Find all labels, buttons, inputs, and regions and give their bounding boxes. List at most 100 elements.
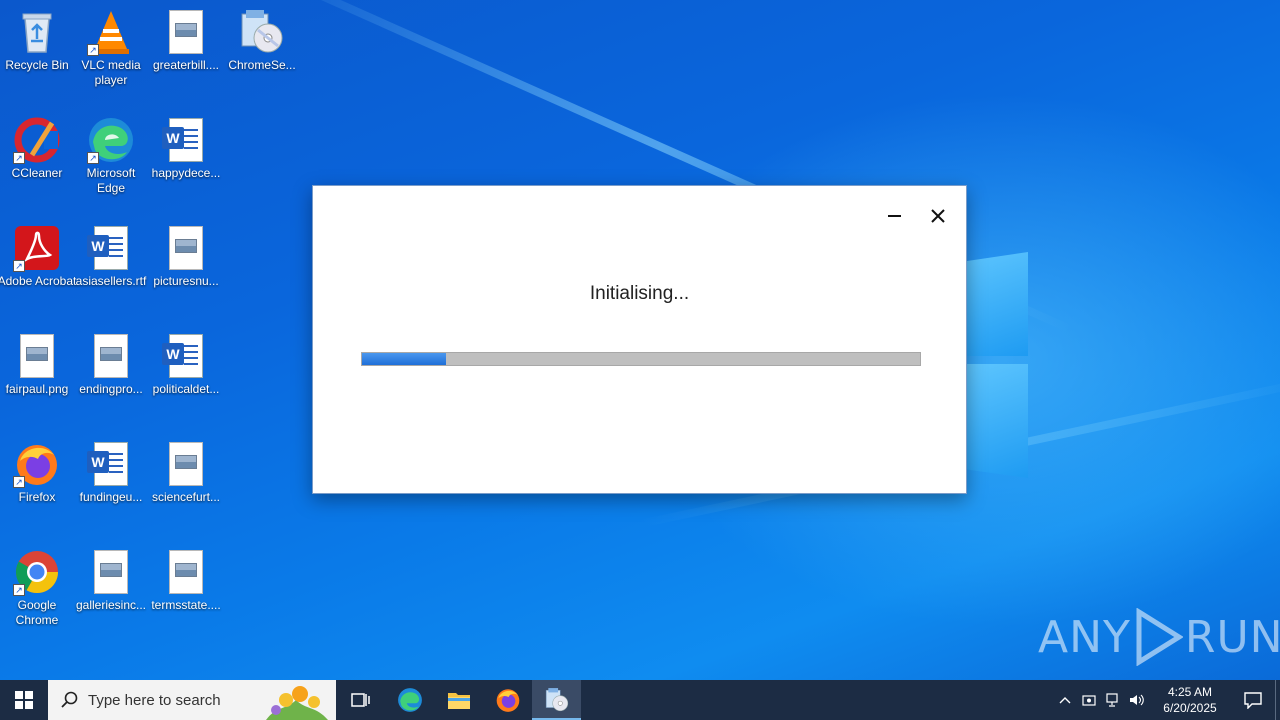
desktop-icon-label: asiasellers.rtf [75, 274, 147, 288]
desktop-icon-termsstate[interactable]: termsstate.... [149, 548, 223, 613]
desktop-icon-microsoft-edge[interactable]: ↗ Microsoft Edge [74, 116, 148, 196]
acrobat-icon: ↗ [13, 224, 61, 272]
taskbar-installer[interactable] [532, 680, 581, 720]
desktop-icon-label: fairpaul.png [5, 382, 69, 396]
clock-time: 4:25 AM [1167, 685, 1213, 699]
network-button[interactable] [1101, 680, 1125, 720]
search-placeholder: Type here to search [88, 691, 221, 709]
meet-now-icon [1082, 695, 1096, 706]
installer-icon [545, 688, 568, 712]
close-icon [931, 209, 945, 223]
word-doc-icon: W [162, 116, 210, 164]
desktop-icon-label: Adobe Acrobat [0, 274, 77, 288]
minimize-icon [887, 215, 901, 217]
desktop-icon-label: greaterbill.... [152, 58, 220, 72]
taskbar-firefox[interactable] [483, 680, 532, 720]
taskbar-search-box[interactable]: Type here to search [48, 680, 336, 720]
status-text: Initialising... [589, 283, 690, 304]
show-desktop-button[interactable] [1275, 680, 1280, 720]
desktop-icon-fairpaul[interactable]: fairpaul.png [0, 332, 74, 397]
desktop-icon-label: VLC media player [81, 58, 141, 87]
taskbar-clock[interactable]: 4:25 AM 6/20/2025 [1153, 684, 1227, 716]
firefox-icon: ↗ [13, 440, 61, 488]
anyrun-watermark: ANY RUN [1038, 608, 1280, 666]
taskbar-edge[interactable] [385, 680, 434, 720]
image-file-icon [162, 8, 210, 56]
ccleaner-icon: ↗ [13, 116, 61, 164]
desktop-icon-label: Recycle Bin [5, 58, 69, 72]
desktop-icon-label: picturesnu... [153, 274, 219, 288]
search-icon [60, 690, 80, 710]
installer-dialog: Initialising... [312, 185, 967, 494]
desktop-icon-politicaldet[interactable]: W politicaldet... [149, 332, 223, 397]
installer-icon [238, 8, 286, 56]
system-tray: 4:25 AM 6/20/2025 [1053, 680, 1280, 720]
chrome-icon: ↗ [13, 548, 61, 596]
tray-app-icon[interactable] [1077, 680, 1101, 720]
action-center-button[interactable] [1231, 680, 1275, 720]
image-file-icon [87, 548, 135, 596]
vlc-icon: ↗ [87, 8, 135, 56]
progress-bar [361, 352, 921, 366]
image-file-icon [87, 332, 135, 380]
notification-icon [1244, 692, 1262, 709]
close-button[interactable] [922, 200, 954, 232]
edge-icon [397, 688, 422, 712]
image-file-icon [162, 548, 210, 596]
desktop: Recycle Bin ↗ CCleaner ↗ Adobe Acrobat f… [0, 0, 1280, 680]
desktop-icon-adobe-acrobat[interactable]: ↗ Adobe Acrobat [0, 224, 77, 289]
desktop-icon-fundingeu[interactable]: W fundingeu... [74, 440, 148, 505]
minimize-button[interactable] [878, 200, 910, 232]
desktop-icon-chromesetup[interactable]: ChromeSe... [225, 8, 299, 73]
desktop-icon-label: Firefox [18, 490, 56, 504]
speaker-icon [1130, 694, 1144, 706]
desktop-icon-recycle-bin[interactable]: Recycle Bin [0, 8, 74, 73]
desktop-icon-asiasellers[interactable]: W asiasellers.rtf [74, 224, 148, 289]
clock-date: 6/20/2025 [1163, 701, 1217, 715]
show-hidden-icons-button[interactable] [1053, 680, 1077, 720]
desktop-icon-label: happydece... [151, 166, 221, 180]
desktop-icon-sciencefurt[interactable]: sciencefurt... [149, 440, 223, 505]
desktop-icon-label: Google Chrome [15, 598, 59, 627]
taskbar-file-explorer[interactable] [434, 680, 483, 720]
desktop-icon-firefox[interactable]: ↗ Firefox [0, 440, 74, 505]
network-icon [1106, 693, 1118, 707]
image-file-icon [13, 332, 61, 380]
firefox-icon [496, 689, 519, 712]
folder-icon [447, 693, 470, 709]
desktop-icon-vlc[interactable]: ↗ VLC media player [74, 8, 148, 88]
start-button[interactable] [0, 680, 48, 720]
desktop-icon-label: termsstate.... [151, 598, 221, 612]
desktop-icon-label: ChromeSe... [228, 58, 296, 72]
word-doc-icon: W [87, 224, 135, 272]
desktop-icon-label: fundingeu... [79, 490, 143, 504]
search-highlight-flowers-icon [266, 686, 328, 720]
task-view-button[interactable] [336, 680, 385, 720]
image-file-icon [162, 224, 210, 272]
desktop-icon-label: sciencefurt... [151, 490, 221, 504]
chevron-up-icon [1059, 697, 1071, 704]
play-logo-icon [1136, 608, 1183, 666]
windows-start-icon [15, 691, 33, 709]
recycle-bin-icon [13, 8, 61, 56]
desktop-icon-greaterbill[interactable]: greaterbill.... [149, 8, 223, 73]
task-view-icon [350, 693, 370, 707]
desktop-icon-galleriesinc[interactable]: galleriesinc... [74, 548, 148, 613]
desktop-icon-happydece[interactable]: W happydece... [149, 116, 223, 181]
desktop-icon-label: politicaldet... [152, 382, 220, 396]
watermark-left-text: ANY [1038, 611, 1131, 663]
desktop-icon-ccleaner[interactable]: ↗ CCleaner [0, 116, 74, 181]
volume-button[interactable] [1125, 680, 1149, 720]
desktop-icon-label: endingpro... [79, 382, 143, 396]
desktop-icon-endingpro[interactable]: endingpro... [74, 332, 148, 397]
word-doc-icon: W [87, 440, 135, 488]
taskbar: Type here to search 4:25 AM 6/20/2025 [0, 680, 1280, 720]
desktop-icon-label: CCleaner [11, 166, 63, 180]
progress-fill [362, 353, 446, 365]
word-doc-icon: W [162, 332, 210, 380]
desktop-icon-label: Microsoft Edge [86, 166, 136, 195]
desktop-icon-google-chrome[interactable]: ↗ Google Chrome [0, 548, 74, 628]
edge-icon: ↗ [87, 116, 135, 164]
image-file-icon [162, 440, 210, 488]
desktop-icon-picturesnu[interactable]: picturesnu... [149, 224, 223, 289]
